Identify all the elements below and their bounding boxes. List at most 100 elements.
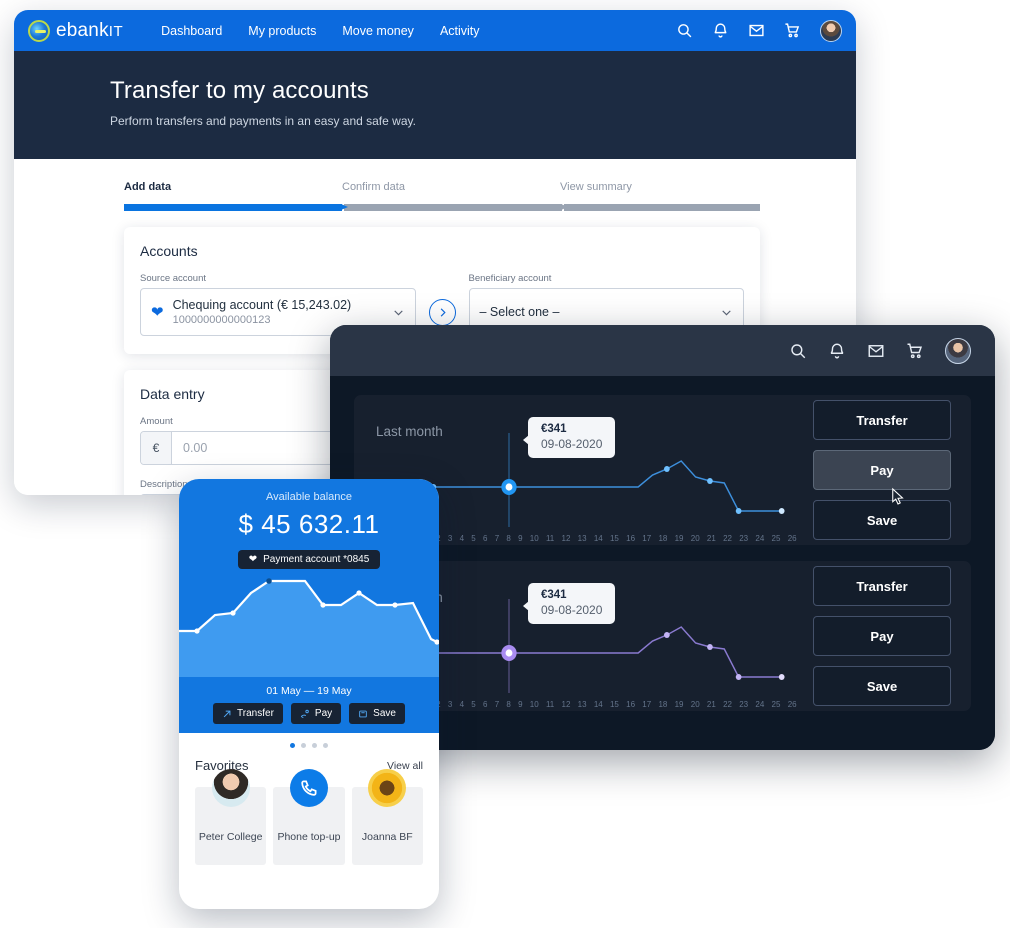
nav-link-activity[interactable]: Activity [440, 24, 480, 38]
x-tick: 21 [707, 700, 716, 709]
panel-title: Last month [376, 424, 443, 439]
source-account-value: Chequing account (€ 15,243.02) [173, 298, 352, 312]
x-tick: 25 [772, 700, 781, 709]
x-tick: 20 [691, 534, 700, 543]
save-button[interactable]: Save [349, 703, 405, 724]
beneficiary-account-label: Beneficiary account [469, 273, 745, 284]
x-tick: 20 [691, 700, 700, 709]
x-tick: 10 [530, 700, 539, 709]
ebankit-logo-icon [28, 20, 50, 42]
x-tick: 26 [788, 534, 797, 543]
heart-icon: ❤ [249, 554, 257, 565]
favorite-label: Joanna BF [352, 831, 423, 843]
nav-link-move-money[interactable]: Move money [342, 24, 414, 38]
step-bar-2 [344, 204, 562, 211]
x-tick: 11 [546, 534, 554, 543]
account-panel-purple: Last month [354, 561, 971, 711]
x-tick: 22 [723, 700, 732, 709]
step-label-confirm-data[interactable]: Confirm data [342, 181, 560, 193]
x-tick: 17 [642, 700, 651, 709]
page-hero: Transfer to my accounts Perform transfer… [14, 51, 856, 159]
nav-link-dashboard[interactable]: Dashboard [161, 24, 222, 38]
favorite-item-joanna-bf[interactable]: Joanna BF [352, 787, 423, 865]
x-tick: 8 [506, 700, 510, 709]
accounts-card-title: Accounts [140, 243, 744, 259]
desktop-navbar: ebankIT Dashboard My products Move money… [14, 10, 856, 51]
nav-link-my-products[interactable]: My products [248, 24, 316, 38]
page-title: Transfer to my accounts [110, 77, 856, 105]
pay-button[interactable]: Pay [291, 703, 341, 724]
x-tick: 3 [448, 700, 452, 709]
balance-label: Available balance [179, 491, 439, 503]
x-tick: 24 [755, 700, 764, 709]
cart-icon[interactable] [784, 22, 801, 39]
x-tick: 13 [578, 700, 587, 709]
x-tick: 21 [707, 534, 716, 543]
save-button[interactable]: Save [813, 666, 951, 706]
line-chart-blue [376, 449, 797, 531]
x-tick: 9 [518, 534, 522, 543]
x-tick: 5 [471, 700, 475, 709]
bell-icon[interactable] [712, 22, 729, 39]
save-button[interactable]: Save [813, 500, 951, 540]
favorites-grid: Peter College Phone top-up Joanna BF [179, 773, 439, 865]
carousel-dot-3[interactable] [312, 743, 317, 748]
beneficiary-account-value: – Select one – [480, 305, 560, 319]
mail-icon[interactable] [867, 342, 885, 360]
carousel-dot-4[interactable] [323, 743, 328, 748]
step-label-view-summary[interactable]: View summary [560, 181, 760, 193]
favorite-item-phone-top-up[interactable]: Phone top-up [273, 787, 344, 865]
stepper-labels: Add data Confirm data View summary [124, 181, 760, 193]
chart-x-axis-purple: 2829301234567891011121314151617181920212… [376, 700, 797, 709]
tooltip-date: 09-08-2020 [541, 437, 602, 451]
avatar[interactable] [945, 338, 971, 364]
nav-icon-group [676, 20, 842, 42]
page-subtitle: Perform transfers and payments in an eas… [110, 114, 856, 128]
favorite-item-peter-college[interactable]: Peter College [195, 787, 266, 865]
search-icon[interactable] [676, 22, 693, 39]
x-tick: 10 [530, 534, 539, 543]
brand-name-bold: IT [109, 23, 123, 40]
source-account-label: Source account [140, 273, 416, 284]
pay-button[interactable]: Pay [813, 616, 951, 656]
piggy-bank-icon [358, 709, 368, 719]
transfer-button-label: Transfer [237, 708, 274, 719]
cart-icon[interactable] [906, 342, 924, 360]
brand-logo[interactable]: ebankIT [28, 20, 123, 42]
tooltip-amount: €341 [541, 589, 602, 601]
panel-chart-area: Last month [376, 395, 813, 545]
x-tick: 12 [562, 534, 571, 543]
avatar[interactable] [820, 20, 842, 42]
x-tick: 11 [546, 700, 554, 709]
step-label-add-data[interactable]: Add data [124, 181, 342, 193]
chevron-down-icon [392, 306, 405, 319]
transfer-button[interactable]: Transfer [813, 400, 951, 440]
x-tick: 4 [460, 534, 464, 543]
x-tick: 22 [723, 534, 732, 543]
panel-actions: Transfer Pay Save [813, 566, 951, 706]
carousel-dot-2[interactable] [301, 743, 306, 748]
panel-chart-area: Last month [376, 561, 813, 711]
transfer-direction-button[interactable] [429, 299, 456, 326]
line-chart-purple [376, 615, 797, 697]
heart-icon: ❤ [151, 303, 164, 321]
pay-button[interactable]: Pay [813, 450, 951, 490]
transfer-button[interactable]: Transfer [213, 703, 283, 724]
x-tick: 4 [460, 700, 464, 709]
brand-name-light: ebank [56, 20, 109, 41]
date-range: 01 May — 19 May [179, 685, 439, 697]
tooltip-amount: €341 [541, 423, 602, 435]
chart-tooltip: €341 09-08-2020 [528, 583, 615, 624]
bell-icon[interactable] [828, 342, 846, 360]
mail-icon[interactable] [748, 22, 765, 39]
search-icon[interactable] [789, 342, 807, 360]
transfer-button[interactable]: Transfer [813, 566, 951, 606]
chart-x-axis-blue: 2829301234567891011121314151617181920212… [376, 534, 797, 543]
x-tick: 25 [772, 534, 781, 543]
carousel-dot-1[interactable] [290, 743, 295, 748]
source-account-number: 1000000000000123 [173, 314, 352, 326]
favorite-label: Peter College [195, 831, 266, 843]
x-tick: 18 [658, 534, 667, 543]
x-tick: 9 [518, 700, 522, 709]
x-tick: 19 [675, 700, 684, 709]
